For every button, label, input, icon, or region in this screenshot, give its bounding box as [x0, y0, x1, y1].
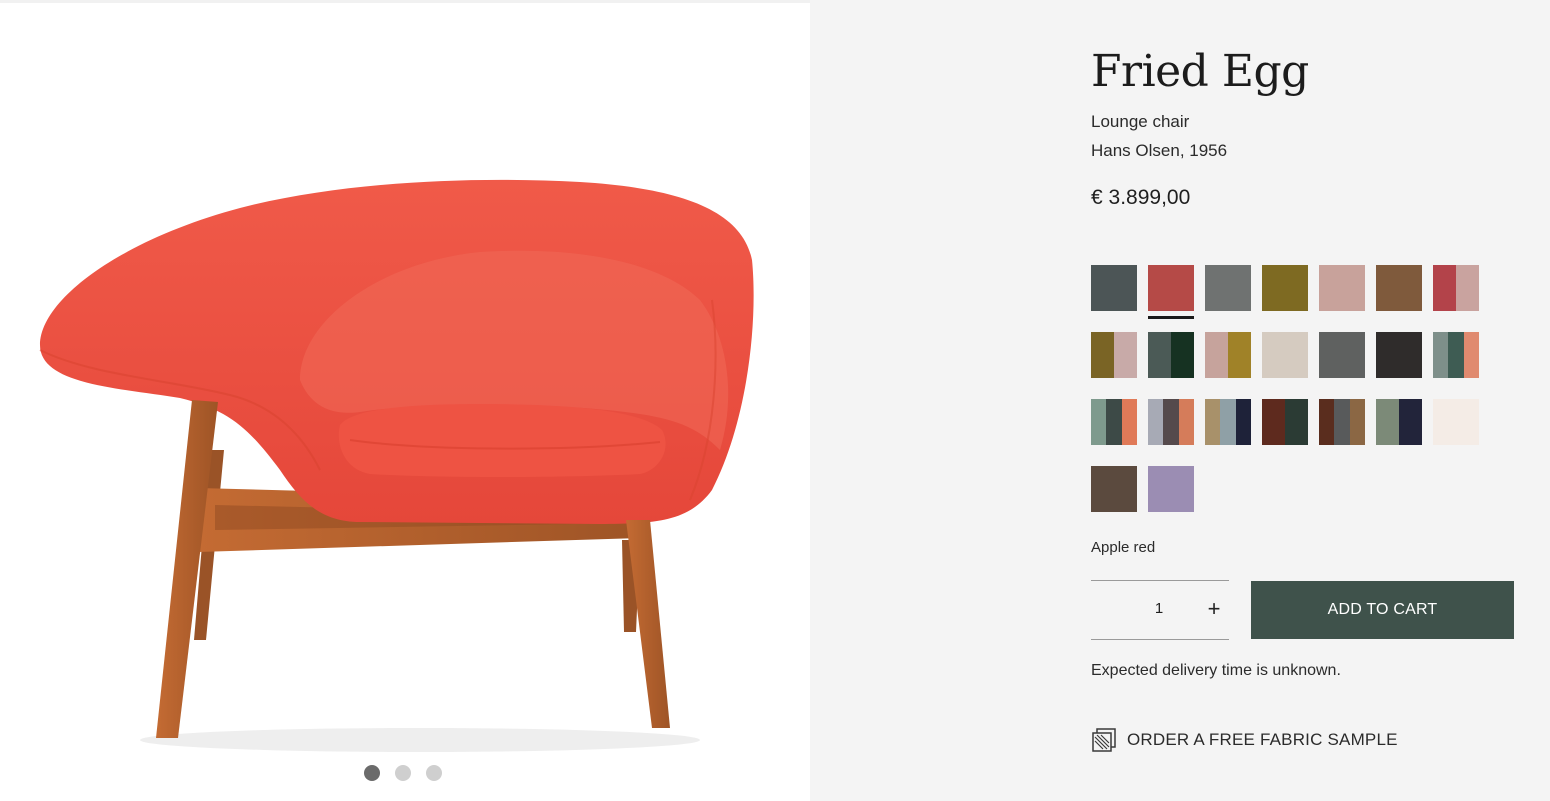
- product-type: Lounge chair: [1091, 112, 1190, 131]
- add-to-cart-button[interactable]: ADD TO CART: [1251, 581, 1514, 639]
- fabric-swatch[interactable]: [1376, 332, 1422, 378]
- product-gallery: [0, 0, 810, 801]
- fabric-swatch[interactable]: [1148, 399, 1194, 445]
- fabric-swatch[interactable]: [1091, 332, 1137, 378]
- selected-color-label: Apple red: [1091, 539, 1156, 556]
- fabric-swatch[interactable]: [1091, 466, 1137, 512]
- product-image: [39, 179, 754, 752]
- fabric-swatch[interactable]: [1205, 332, 1251, 378]
- product-title: Fried Egg: [1091, 46, 1309, 97]
- selected-swatch-indicator: [1148, 316, 1194, 319]
- fabric-swatch[interactable]: [1376, 399, 1422, 445]
- gallery-dot-2[interactable]: [395, 765, 411, 781]
- fabric-swatch[interactable]: [1262, 399, 1308, 445]
- fabric-swatch[interactable]: [1319, 332, 1365, 378]
- fabric-swatch[interactable]: [1319, 399, 1365, 445]
- order-fabric-sample-label: ORDER A FREE FABRIC SAMPLE: [1127, 730, 1398, 749]
- fabric-swatch[interactable]: [1205, 399, 1251, 445]
- fabric-swatch[interactable]: [1148, 332, 1194, 378]
- quantity-stepper: 1 +: [1091, 580, 1229, 640]
- fabric-sample-icon: [1092, 728, 1116, 752]
- gallery-dot-3[interactable]: [426, 765, 442, 781]
- gallery-pagination: [364, 765, 442, 781]
- fabric-swatch[interactable]: [1433, 265, 1479, 311]
- delivery-info: Expected delivery time is unknown.: [1091, 662, 1341, 679]
- fabric-swatch[interactable]: [1262, 332, 1308, 378]
- fabric-swatch[interactable]: [1205, 265, 1251, 311]
- fabric-swatch[interactable]: [1148, 265, 1194, 311]
- fabric-swatch[interactable]: [1433, 332, 1479, 378]
- order-fabric-sample-link[interactable]: ORDER A FREE FABRIC SAMPLE: [1091, 727, 1398, 753]
- quantity-value[interactable]: 1: [1146, 600, 1172, 617]
- fabric-swatch[interactable]: [1262, 265, 1308, 311]
- fabric-swatch[interactable]: [1091, 265, 1137, 311]
- product-price: € 3.899,00: [1091, 186, 1191, 209]
- quantity-increment-button[interactable]: +: [1203, 595, 1225, 625]
- gallery-dot-1[interactable]: [364, 765, 380, 781]
- fabric-swatch[interactable]: [1376, 265, 1422, 311]
- fabric-swatch[interactable]: [1091, 399, 1137, 445]
- product-designer: Hans Olsen, 1956: [1091, 141, 1228, 160]
- fabric-swatch[interactable]: [1433, 399, 1479, 445]
- fabric-swatch[interactable]: [1319, 265, 1365, 311]
- fabric-swatch[interactable]: [1148, 466, 1194, 512]
